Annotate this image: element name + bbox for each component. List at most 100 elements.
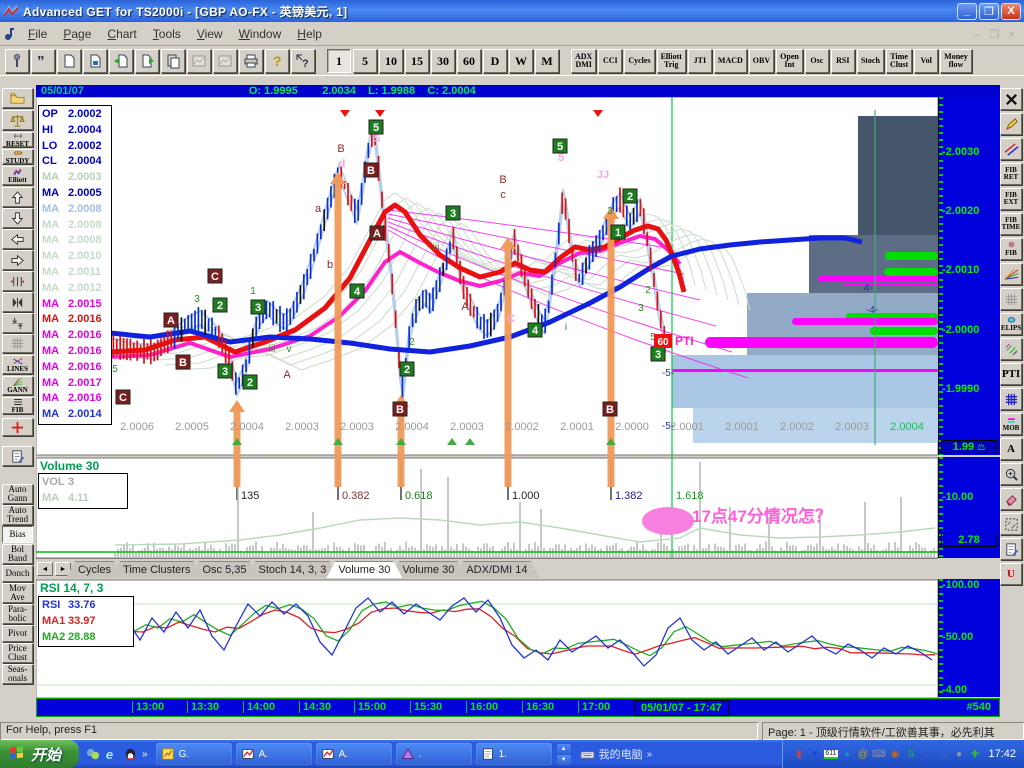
open-chart-button[interactable]	[2, 88, 33, 108]
study-auto-gann-button[interactable]: Auto Gann	[2, 484, 33, 504]
restore-button[interactable]: ❐	[979, 3, 999, 20]
study-obv-button[interactable]: OBV	[749, 49, 774, 73]
quick-launch-overflow[interactable]: »	[142, 749, 148, 760]
paste-button[interactable]	[161, 49, 185, 73]
chart-plot[interactable]: 5532144323223CABCBABB13iiiv22353135iiiiB…	[36, 97, 938, 730]
study-button[interactable]: STUDY	[2, 149, 33, 164]
taskbar-scroll[interactable]: ▲▼	[557, 744, 571, 765]
menu-help[interactable]: Help	[289, 25, 330, 43]
study-time-clust-button[interactable]: Time Clust	[886, 49, 912, 73]
tab-time-clusters[interactable]: Time Clusters	[111, 561, 202, 578]
study-jti-button[interactable]: JTI	[688, 49, 712, 73]
doc-button[interactable]	[57, 49, 81, 73]
tray-icon-9[interactable]: ⚏	[936, 748, 949, 761]
quotes-button[interactable]: ”	[31, 49, 55, 73]
fan-lines-button[interactable]	[1000, 263, 1022, 285]
lines-button[interactable]: LINES	[2, 355, 33, 374]
timeframe-10-button[interactable]: 10	[379, 49, 403, 73]
parallel-lines-button[interactable]	[1000, 138, 1022, 160]
study-cci-button[interactable]: CCI	[598, 49, 622, 73]
study-adx-dmi-button[interactable]: ADX DMI	[571, 49, 596, 73]
menu-window[interactable]: Window	[231, 25, 290, 43]
fib-circle-button[interactable]: FIB	[1000, 238, 1022, 260]
tray-icon-4[interactable]: @	[856, 748, 869, 761]
notes-button[interactable]	[2, 446, 33, 466]
tray-icon-10[interactable]: ●	[952, 748, 965, 761]
tray-icon-8[interactable]: ▣	[920, 748, 933, 761]
text-tool-button[interactable]: A	[1000, 438, 1022, 460]
time-axis[interactable]: 13:0013:3014:0014:3015:0015:3016:0016:30…	[36, 698, 1000, 717]
ie-icon[interactable]: e	[104, 747, 119, 762]
print-button[interactable]	[239, 49, 263, 73]
timeframe-5-button[interactable]: 5	[353, 49, 377, 73]
study-macd-button[interactable]: MACD	[714, 49, 747, 73]
save-button[interactable]	[83, 49, 107, 73]
mob-button[interactable]: MOB	[1000, 413, 1022, 435]
menu-view[interactable]: View	[189, 25, 231, 43]
study-elliott-trig-button[interactable]: Elliott Trig	[657, 49, 686, 73]
doc-in-button[interactable]	[109, 49, 133, 73]
context-help-button[interactable]: ?	[291, 49, 315, 73]
menu-page[interactable]: Page	[55, 25, 99, 43]
study-bol-band-button[interactable]: Bol Band	[2, 544, 33, 564]
tray-icon-0[interactable]: ▮	[792, 748, 805, 761]
timeframe-D-button[interactable]: D	[483, 49, 507, 73]
close-study-button[interactable]	[1000, 88, 1022, 110]
qq-icon[interactable]	[123, 747, 138, 762]
study-mov-ave-button[interactable]: Mov Ave	[2, 583, 33, 603]
scroll-up-button[interactable]	[2, 187, 33, 207]
chart-dis-button[interactable]	[213, 49, 237, 73]
help-button[interactable]: ?	[265, 49, 289, 73]
tray-icon-7[interactable]: ⇅	[904, 748, 917, 761]
minimize-button[interactable]: _	[957, 3, 977, 20]
scroll-down-button[interactable]	[2, 208, 33, 228]
timeframe-W-button[interactable]: W	[509, 49, 533, 73]
report-button[interactable]	[1000, 538, 1022, 560]
study-auto-trend-button[interactable]: Auto Trend	[2, 505, 33, 525]
study-osc-button[interactable]: Osc	[805, 49, 829, 73]
magnet-button[interactable]: U	[1000, 563, 1022, 585]
study-price-clust-button[interactable]: Price Clust	[2, 643, 33, 663]
blue-grid-button[interactable]	[1000, 388, 1022, 410]
tray-icon-11[interactable]: ✚	[968, 748, 981, 761]
tab-stoch-14-3-3[interactable]: Stoch 14, 3, 3	[246, 561, 338, 578]
region-select-button[interactable]	[1000, 513, 1022, 535]
zoom-in-button[interactable]	[1000, 463, 1022, 485]
scroll-left-button[interactable]	[2, 229, 33, 249]
chart-dis-button[interactable]	[187, 49, 211, 73]
tabs-scroll-left-button[interactable]: ◄	[37, 562, 53, 576]
tab-volume-30[interactable]: Volume 30	[390, 561, 466, 578]
study-stoch-button[interactable]: Stoch	[857, 49, 884, 73]
pin-button[interactable]	[5, 49, 29, 73]
menu-file[interactable]: File	[20, 25, 55, 43]
rsi-scale[interactable]: -100.00-50.00-4.00	[938, 579, 1000, 697]
compress-bars-button[interactable]	[2, 271, 33, 291]
reset-button[interactable]: RESET	[2, 132, 33, 147]
eraser-button[interactable]	[1000, 488, 1022, 510]
tab-adx-dmi-14[interactable]: ADX/DMI 14	[454, 561, 539, 578]
study-donch-button[interactable]: Donch	[2, 565, 33, 582]
menu-tools[interactable]: Tools	[145, 25, 189, 43]
study-open-int-button[interactable]: Open Int	[776, 49, 803, 73]
timeframe-15-button[interactable]: 15	[405, 49, 429, 73]
language-bar[interactable]: 我的电脑»	[574, 746, 659, 762]
crosshair-button[interactable]	[2, 418, 33, 436]
gann-button[interactable]: GANN	[2, 376, 33, 395]
fib-extension-button[interactable]: FIB EXT	[1000, 188, 1022, 210]
timeframe-60-button[interactable]: 60	[457, 49, 481, 73]
menu-chart[interactable]: Chart	[99, 25, 144, 43]
playback-button[interactable]	[2, 292, 33, 312]
elliott-button[interactable]: Elliott	[2, 166, 33, 185]
study-money-flow-button[interactable]: Money flow	[940, 49, 972, 73]
tray-icon-5[interactable]: ⌨	[872, 748, 885, 761]
fib-button[interactable]: FIB	[2, 397, 33, 414]
study-seas--onals-button[interactable]: Seas- onals	[2, 664, 33, 684]
tab-volume-30[interactable]: Volume 30	[326, 561, 402, 578]
hatch-button[interactable]	[1000, 338, 1022, 360]
price-scale[interactable]: -2.0030-2.0020-2.0010-2.0000-1.99901.99 …	[938, 97, 1000, 455]
pti-button[interactable]: PTI	[1000, 363, 1022, 385]
study-cycles-button[interactable]: Cycles	[624, 49, 654, 73]
ellipse-button[interactable]: ELIPS	[1000, 313, 1022, 335]
pencil-button[interactable]	[1000, 113, 1022, 135]
start-button[interactable]: 开始	[0, 740, 79, 768]
